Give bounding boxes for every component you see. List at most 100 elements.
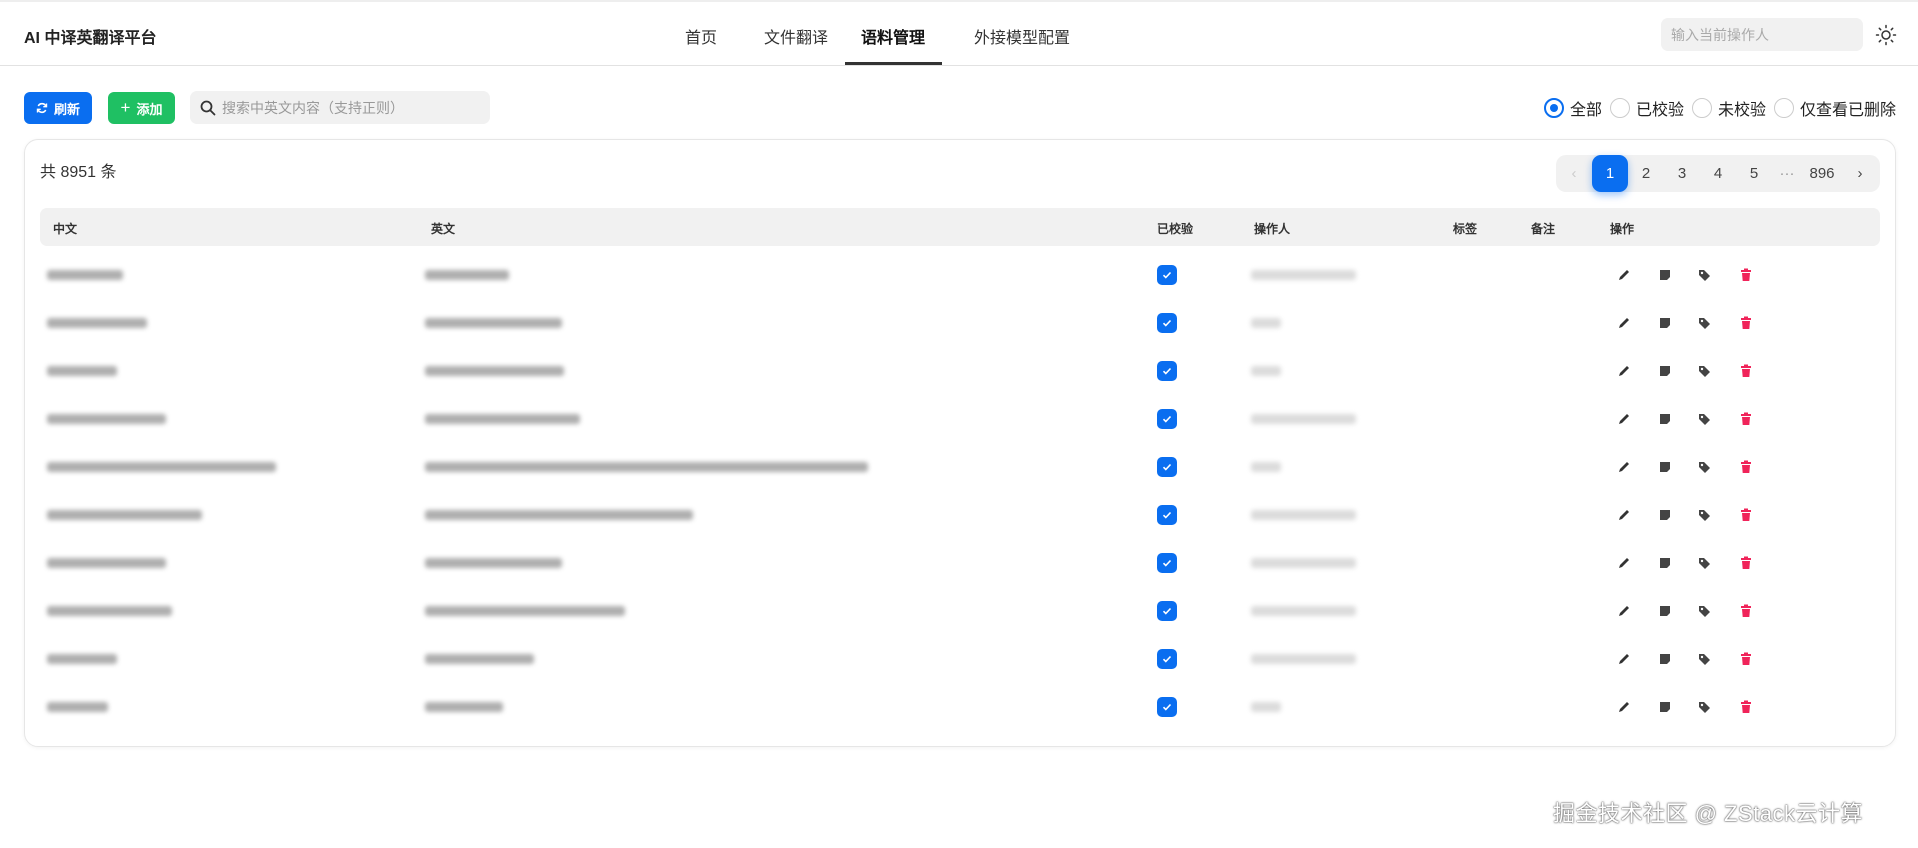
check-icon xyxy=(1162,463,1172,471)
active-tab-indicator xyxy=(845,62,942,65)
radio-selected[interactable] xyxy=(1543,98,1564,118)
note-icon[interactable] xyxy=(1657,555,1673,571)
tag-icon[interactable] xyxy=(1697,267,1713,283)
english-text-redacted xyxy=(425,510,693,520)
nav-corpus-management[interactable]: 语料管理 xyxy=(861,24,925,48)
theme-toggle-sun-icon[interactable] xyxy=(1875,24,1897,46)
page-button[interactable]: 3 xyxy=(1664,155,1700,192)
search-input[interactable] xyxy=(222,99,482,116)
operator-redacted xyxy=(1251,654,1356,664)
operator-input[interactable] xyxy=(1661,18,1863,51)
delete-icon[interactable] xyxy=(1738,315,1754,331)
tag-icon[interactable] xyxy=(1697,507,1713,523)
tag-icon[interactable] xyxy=(1697,651,1713,667)
verified-checkbox[interactable] xyxy=(1157,601,1177,621)
top-nav-bar: AI 中译英翻译平台 首页 文件翻译 语料管理 外接模型配置 xyxy=(0,2,1918,66)
refresh-button[interactable]: 刷新 xyxy=(24,92,92,124)
note-icon[interactable] xyxy=(1657,315,1673,331)
verified-checkbox[interactable] xyxy=(1157,409,1177,429)
verified-checkbox[interactable] xyxy=(1157,697,1177,717)
col-tags: 标签 xyxy=(1453,222,1478,236)
edit-icon[interactable] xyxy=(1616,267,1632,283)
edit-icon[interactable] xyxy=(1616,411,1632,427)
page-ellipsis[interactable]: ··· xyxy=(1772,155,1802,192)
delete-icon[interactable] xyxy=(1738,411,1754,427)
note-icon[interactable] xyxy=(1657,459,1673,475)
tag-icon[interactable] xyxy=(1697,555,1713,571)
tag-icon[interactable] xyxy=(1697,699,1713,715)
note-icon[interactable] xyxy=(1657,507,1673,523)
col-chinese: 中文 xyxy=(53,222,78,236)
filter-deleted-label: 仅查看已删除 xyxy=(1799,102,1896,119)
edit-icon[interactable] xyxy=(1616,555,1632,571)
delete-icon[interactable] xyxy=(1738,603,1754,619)
operator-redacted xyxy=(1251,510,1356,520)
verified-checkbox[interactable] xyxy=(1157,649,1177,669)
filter-all[interactable]: 全部 xyxy=(1543,96,1602,120)
search-box[interactable] xyxy=(190,91,490,124)
nav-external-model-config[interactable]: 外接模型配置 xyxy=(974,24,1070,48)
english-text-redacted xyxy=(425,366,564,376)
note-icon[interactable] xyxy=(1657,363,1673,379)
english-text-redacted xyxy=(425,606,625,616)
check-icon xyxy=(1162,271,1172,279)
prev-page-button[interactable]: ‹ xyxy=(1556,155,1592,192)
filter-verified[interactable]: 已校验 xyxy=(1609,96,1684,120)
filter-unverified-label: 未校验 xyxy=(1717,102,1766,119)
refresh-label: 刷新 xyxy=(53,101,80,117)
note-icon[interactable] xyxy=(1657,699,1673,715)
edit-icon[interactable] xyxy=(1616,603,1632,619)
delete-icon[interactable] xyxy=(1738,555,1754,571)
edit-icon[interactable] xyxy=(1616,651,1632,667)
nav-file-translate[interactable]: 文件翻译 xyxy=(764,24,828,48)
delete-icon[interactable] xyxy=(1738,651,1754,667)
delete-icon[interactable] xyxy=(1738,267,1754,283)
pagination: ‹ 1 2 3 4 5 ··· 896 › xyxy=(1556,155,1880,192)
verified-checkbox[interactable] xyxy=(1157,553,1177,573)
page-button[interactable]: 2 xyxy=(1628,155,1664,192)
note-icon[interactable] xyxy=(1657,651,1673,667)
radio-unselected[interactable] xyxy=(1773,98,1794,118)
verified-checkbox[interactable] xyxy=(1157,265,1177,285)
nav-home[interactable]: 首页 xyxy=(685,24,717,48)
filter-deleted-only[interactable]: 仅查看已删除 xyxy=(1773,96,1896,120)
delete-icon[interactable] xyxy=(1738,459,1754,475)
note-icon[interactable] xyxy=(1657,603,1673,619)
delete-icon[interactable] xyxy=(1738,507,1754,523)
page-button[interactable]: 4 xyxy=(1700,155,1736,192)
tag-icon[interactable] xyxy=(1697,315,1713,331)
tag-icon[interactable] xyxy=(1697,459,1713,475)
operator-redacted xyxy=(1251,318,1281,328)
operator-redacted xyxy=(1251,606,1356,616)
english-text-redacted xyxy=(425,462,868,472)
verified-checkbox[interactable] xyxy=(1157,457,1177,477)
note-icon[interactable] xyxy=(1657,267,1673,283)
tag-icon[interactable] xyxy=(1697,363,1713,379)
tag-icon[interactable] xyxy=(1697,411,1713,427)
verified-checkbox[interactable] xyxy=(1157,361,1177,381)
delete-icon[interactable] xyxy=(1738,699,1754,715)
page-button[interactable]: 1 xyxy=(1592,155,1628,192)
delete-icon[interactable] xyxy=(1738,363,1754,379)
next-page-button[interactable]: › xyxy=(1842,155,1878,192)
filter-unverified[interactable]: 未校验 xyxy=(1691,96,1766,120)
edit-icon[interactable] xyxy=(1616,315,1632,331)
check-icon xyxy=(1162,607,1172,615)
edit-icon[interactable] xyxy=(1616,699,1632,715)
check-icon xyxy=(1162,655,1172,663)
table-row xyxy=(40,683,1880,731)
edit-icon[interactable] xyxy=(1616,507,1632,523)
add-button[interactable]: + 添加 xyxy=(108,92,175,124)
tag-icon[interactable] xyxy=(1697,603,1713,619)
radio-unselected[interactable] xyxy=(1609,98,1630,118)
page-button[interactable]: 896 xyxy=(1802,155,1842,192)
edit-icon[interactable] xyxy=(1616,363,1632,379)
page-button[interactable]: 5 xyxy=(1736,155,1772,192)
col-english: 英文 xyxy=(431,222,456,236)
table-row xyxy=(40,251,1880,299)
verified-checkbox[interactable] xyxy=(1157,313,1177,333)
radio-unselected[interactable] xyxy=(1691,98,1712,118)
note-icon[interactable] xyxy=(1657,411,1673,427)
verified-checkbox[interactable] xyxy=(1157,505,1177,525)
edit-icon[interactable] xyxy=(1616,459,1632,475)
